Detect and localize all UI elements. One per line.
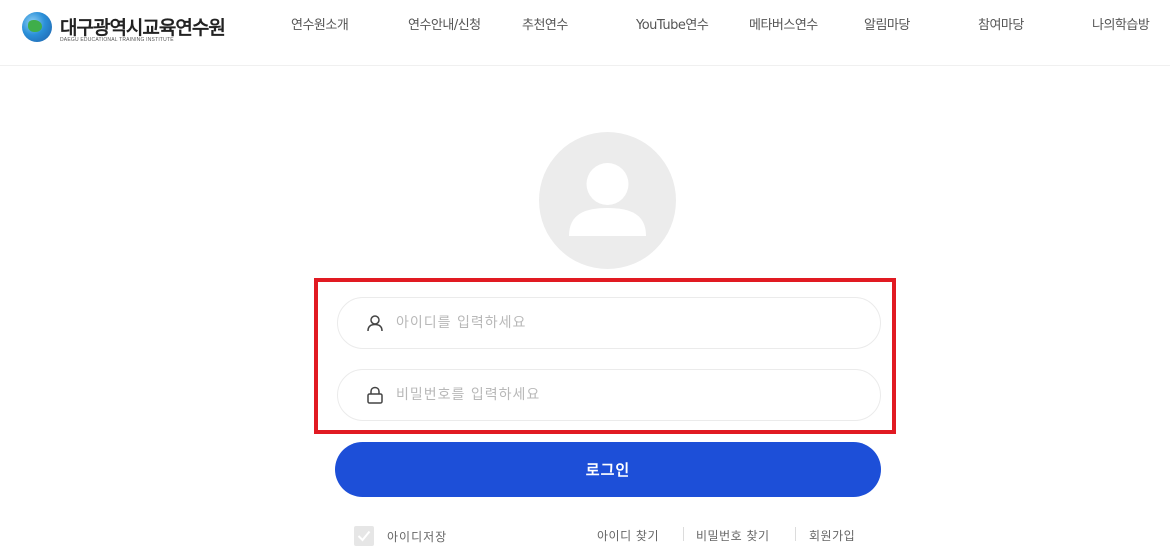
site-logo[interactable]: 대구광역시교육연수원 DAEGU EDUCATIONAL TRAINING IN… — [18, 8, 226, 48]
nav-item-metaverse[interactable]: 메타버스연수 — [749, 14, 818, 33]
id-input[interactable] — [396, 298, 856, 348]
password-field[interactable] — [337, 369, 881, 421]
id-field[interactable] — [337, 297, 881, 349]
password-input[interactable] — [396, 370, 856, 420]
nav-item-courses[interactable]: 연수안내/신청 — [408, 14, 481, 33]
globe-logo-icon — [22, 12, 52, 42]
nav-item-participation[interactable]: 참여마당 — [978, 14, 1024, 33]
nav-item-youtube[interactable]: YouTube연수 — [636, 14, 709, 33]
user-icon — [367, 315, 383, 332]
link-divider — [795, 527, 796, 541]
user-avatar-icon — [539, 132, 676, 269]
nav-item-recommended[interactable]: 추천연수 — [522, 14, 568, 33]
site-header: 대구광역시교육연수원 DAEGU EDUCATIONAL TRAINING IN… — [0, 0, 1170, 66]
signup-link[interactable]: 회원가입 — [809, 527, 855, 544]
find-id-link[interactable]: 아이디 찾기 — [597, 527, 659, 544]
find-password-link[interactable]: 비밀번호 찾기 — [696, 527, 770, 544]
login-button[interactable]: 로그인 — [335, 442, 881, 497]
lock-icon — [367, 386, 383, 404]
nav-item-about[interactable]: 연수원소개 — [291, 14, 349, 33]
logo-subtitle: DAEGU EDUCATIONAL TRAINING INSTITUTE — [60, 37, 174, 43]
remember-id-label: 아이디저장 — [387, 530, 448, 544]
nav-item-notice[interactable]: 알림마당 — [864, 14, 910, 33]
check-icon — [357, 530, 371, 542]
logo-title: 대구광역시교육연수원 — [60, 18, 226, 39]
link-divider — [683, 527, 684, 541]
remember-id-checkbox[interactable] — [354, 526, 374, 546]
nav-item-my-learning[interactable]: 나의학습방 — [1092, 14, 1150, 33]
